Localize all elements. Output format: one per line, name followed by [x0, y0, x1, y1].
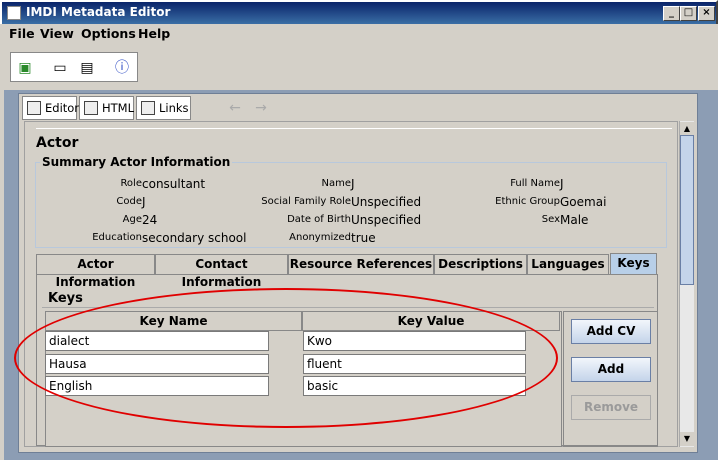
divider: [36, 128, 672, 129]
tab-languages[interactable]: Languages: [527, 254, 609, 274]
links-icon: [141, 101, 155, 115]
view-tab-label: Editor: [45, 101, 80, 115]
field-label-social-family-role: Social Family Role: [261, 196, 351, 207]
menu-bar: File View Options Help: [0, 24, 718, 46]
scroll-down-icon[interactable]: ▼: [680, 432, 694, 446]
menu-options[interactable]: Options: [81, 26, 136, 41]
save-icon[interactable]: ▤: [77, 58, 97, 78]
field-value-date-of-birth: Unspecified: [351, 213, 422, 227]
field-label-date-of-birth: Date of Birth: [287, 214, 351, 225]
html-icon: [84, 101, 98, 115]
menu-help[interactable]: Help: [138, 26, 170, 41]
remove-button[interactable]: Remove: [571, 395, 651, 420]
field-value-age: 24: [142, 213, 158, 227]
field-label-code: Code: [116, 196, 142, 207]
info-icon[interactable]: ⓘ: [112, 58, 132, 78]
field-label-sex: Sex: [541, 214, 560, 225]
maximize-button[interactable]: □: [680, 6, 697, 21]
field-label-ethnic-group: Ethnic Group: [495, 196, 560, 207]
menu-file[interactable]: File: [9, 26, 35, 41]
view-tab-links[interactable]: Links: [136, 96, 191, 120]
add-button[interactable]: Add: [571, 357, 651, 382]
tab-descriptions[interactable]: Descriptions: [434, 254, 527, 274]
window-title: IMDI Metadata Editor: [26, 5, 171, 19]
field-value-name: J: [351, 177, 355, 191]
view-tab-html[interactable]: HTML: [79, 96, 134, 120]
field-value-full-name: J: [560, 177, 564, 191]
tab-keys[interactable]: Keys: [610, 253, 657, 275]
new-doc-icon[interactable]: ▣: [15, 58, 35, 78]
field-value-sex: Male: [560, 213, 589, 227]
editor-icon: [27, 101, 41, 115]
keys-heading: Keys: [48, 291, 83, 306]
app-icon: [7, 6, 21, 20]
view-tab-editor[interactable]: Editor: [22, 96, 80, 120]
field-label-role: Role: [120, 178, 142, 189]
toolbar: ▣ ▭ ▤ ⓘ: [10, 52, 138, 82]
field-label-full-name: Full Name: [510, 178, 560, 189]
tab-resource-references[interactable]: Resource References: [288, 254, 434, 274]
title-bar: IMDI Metadata Editor _ □ ×: [0, 0, 718, 24]
field-label-name: Name: [321, 178, 351, 189]
forward-arrow-icon[interactable]: →: [252, 100, 270, 116]
field-label-education: Education: [92, 232, 142, 243]
minimize-button[interactable]: _: [663, 6, 680, 21]
field-value-code: J: [142, 195, 146, 209]
annotation-ellipse: [14, 288, 558, 428]
field-label-age: Age: [122, 214, 142, 225]
field-value-social-family-role: Unspecified: [351, 195, 422, 209]
scroll-up-icon[interactable]: ▲: [680, 122, 694, 136]
field-value-anonymized: true: [351, 231, 376, 245]
field-value-role: consultant: [142, 177, 206, 191]
field-value-education: secondary school: [142, 231, 247, 245]
open-folder-icon[interactable]: ▭: [50, 58, 70, 78]
back-arrow-icon[interactable]: ←: [226, 100, 244, 116]
view-tab-label: HTML: [102, 101, 135, 115]
scrollbar-thumb[interactable]: [680, 135, 694, 285]
tab-contact-information[interactable]: Contact Information: [155, 254, 288, 289]
menu-view[interactable]: View: [40, 26, 74, 41]
view-tab-label: Links: [159, 101, 189, 115]
add-cv-button[interactable]: Add CV: [571, 319, 651, 344]
close-button[interactable]: ×: [698, 6, 715, 21]
section-title: Actor: [36, 135, 79, 151]
summary-title: Summary Actor Information: [40, 155, 233, 169]
field-label-anonymized: Anonymized: [289, 232, 351, 243]
tab-actor-information[interactable]: Actor Information: [36, 254, 155, 289]
field-value-ethnic-group: Goemai: [560, 195, 607, 209]
